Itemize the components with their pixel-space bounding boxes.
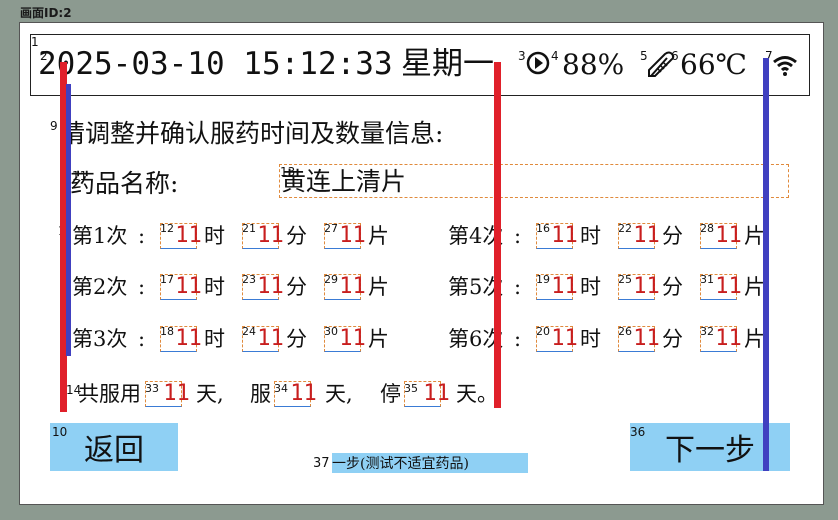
stop-days-value: 11 <box>423 381 450 406</box>
colon: : <box>138 327 146 351</box>
unit-hour: 时 <box>580 275 601 299</box>
stop-label: 停 <box>380 382 401 406</box>
unit-tablet: 片 <box>368 275 389 299</box>
dose-label: 第1次 <box>72 224 128 248</box>
screen-id-label: 画面ID:2 <box>20 6 72 20</box>
unit-tablet: 片 <box>744 327 765 351</box>
dose-minute-value: 11 <box>257 326 284 351</box>
unit-hour: 时 <box>204 327 225 351</box>
window-title-bar: 画面ID:2 <box>0 0 838 22</box>
unit-minute: 分 <box>286 275 307 299</box>
dose-minute-value: 11 <box>257 274 284 299</box>
unit-hour: 时 <box>204 224 225 248</box>
dose-count-value: 11 <box>339 223 366 248</box>
dose-hour-value: 11 <box>175 223 202 248</box>
marker-id: 37 <box>313 456 330 471</box>
marker-id: 10 <box>52 425 68 439</box>
dose-count-value: 11 <box>715 274 742 299</box>
weekday-display: 星期一 <box>401 46 494 82</box>
drug-name-value: 黄连上清片 <box>281 167 407 196</box>
marker-id: 9 <box>50 119 58 133</box>
battery-value: 88% <box>562 48 625 81</box>
unit-hour: 时 <box>204 275 225 299</box>
dose-label: 第2次 <box>72 275 128 299</box>
wifi-icon <box>773 56 797 76</box>
dose-minute-value: 11 <box>257 223 284 248</box>
dose-count-value: 11 <box>715 223 742 248</box>
unit-tablet: 片 <box>368 327 389 351</box>
colon: : <box>514 327 522 351</box>
thermometer-icon <box>648 51 675 77</box>
battery-icon <box>526 51 550 75</box>
test-next-button[interactable]: 一步(测试不适宜药品) <box>332 453 528 473</box>
unit-tablet: 片 <box>368 224 389 248</box>
dose-hour-value: 11 <box>175 326 202 351</box>
dose-hour-value: 11 <box>175 274 202 299</box>
unit-minute: 分 <box>286 224 307 248</box>
dose-minute-value: 11 <box>633 274 660 299</box>
colon: : <box>514 224 522 248</box>
day-unit: 天, <box>196 382 224 406</box>
dose-minute-value: 11 <box>633 223 660 248</box>
colon: : <box>514 275 522 299</box>
overlay-bar-blue-right <box>763 58 769 471</box>
day-unit: 天, <box>325 382 353 406</box>
colon: : <box>138 224 146 248</box>
page-heading: 请调整并确认服药时间及数量信息: <box>60 119 444 148</box>
unit-tablet: 片 <box>744 275 765 299</box>
unit-minute: 分 <box>662 224 683 248</box>
marker-id: 4 <box>551 49 559 63</box>
unit-hour: 时 <box>580 224 601 248</box>
temperature-value: 66℃ <box>680 48 747 81</box>
dose-count-value: 11 <box>715 326 742 351</box>
take-label: 服 <box>250 382 271 406</box>
unit-minute: 分 <box>286 327 307 351</box>
overlay-bar-red-middle <box>494 62 501 408</box>
datetime-display: 2025-03-10 15:12:33 <box>38 46 393 82</box>
unit-hour: 时 <box>580 327 601 351</box>
end-text: 天。 <box>456 382 498 406</box>
colon: : <box>138 275 146 299</box>
total-label: 共服用 <box>78 382 141 406</box>
dose-hour-value: 11 <box>551 223 578 248</box>
marker-id: 36 <box>630 425 646 439</box>
dose-hour-value: 11 <box>551 274 578 299</box>
dose-count-value: 11 <box>339 274 366 299</box>
unit-minute: 分 <box>662 327 683 351</box>
total-days-value: 11 <box>163 381 190 406</box>
unit-minute: 分 <box>662 275 683 299</box>
drug-name-label: 药品名称: <box>70 169 179 198</box>
unit-tablet: 片 <box>744 224 765 248</box>
dose-label: 第3次 <box>72 327 128 351</box>
dose-hour-value: 11 <box>551 326 578 351</box>
back-button[interactable]: 返回 <box>50 423 178 471</box>
take-days-value: 11 <box>290 381 317 406</box>
overlay-bar-blue-left <box>66 84 71 356</box>
dose-minute-value: 11 <box>633 326 660 351</box>
dose-count-value: 11 <box>339 326 366 351</box>
